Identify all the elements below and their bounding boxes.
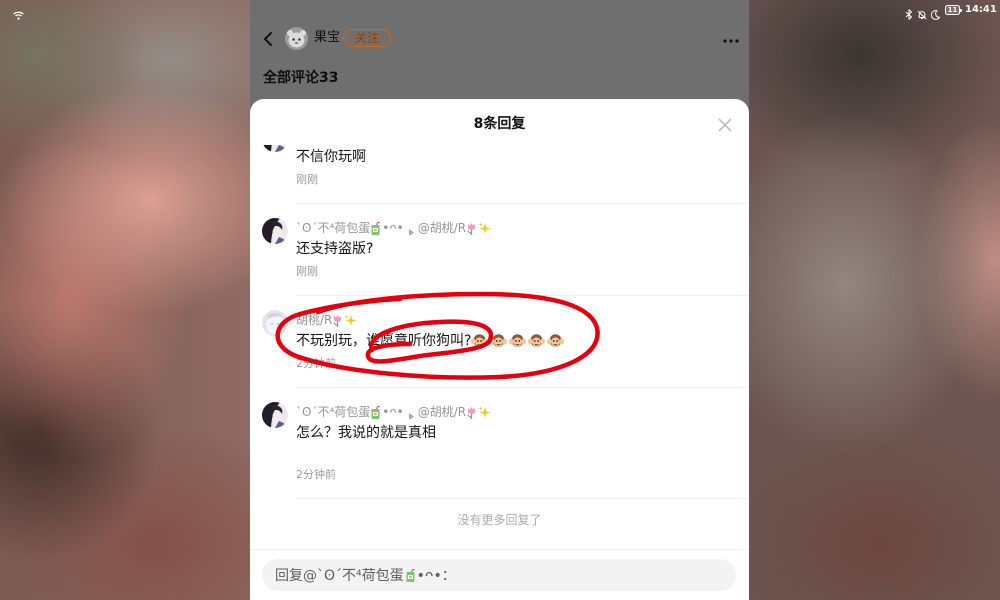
- bluetooth-icon: [905, 5, 913, 24]
- tulip-icon: [332, 314, 343, 327]
- tulip-icon: [466, 406, 477, 419]
- sheet-title: 8条回复: [473, 116, 526, 132]
- reply-arrow-icon: [408, 409, 414, 419]
- no-more-replies-text: 没有更多回复了: [457, 513, 542, 527]
- reply-text-emojis: [471, 333, 566, 349]
- reply-author-name-tail[interactable]: •ᴖ•: [382, 221, 404, 235]
- reply-time: 2分钟前: [296, 357, 336, 370]
- reply-to-name[interactable]: @胡桃/R: [418, 405, 466, 419]
- more-horizontal-icon: [723, 39, 739, 43]
- author-emojis: [332, 314, 358, 327]
- reply-item[interactable]: 不信你玩啊 刚刚: [250, 145, 749, 204]
- sparkles-icon: [478, 406, 491, 419]
- author-avatar[interactable]: [285, 27, 308, 50]
- reply-arrow-icon: [408, 225, 414, 235]
- reply-item[interactable]: `ʘ´不⁴荷包蛋 •ᴖ• @胡桃/R 还支持盗版? 刚刚: [250, 204, 749, 296]
- reply-author-name-tail[interactable]: •ᴖ•: [382, 405, 404, 419]
- sparkles-icon: [478, 222, 491, 235]
- back-button[interactable]: [260, 30, 276, 48]
- reply-text-content: 不信你玩啊: [296, 149, 366, 165]
- reply-time: 2分钟前: [296, 468, 336, 481]
- reply-input[interactable]: 回复@`ʘ´不⁴荷包蛋 •ᴖ•：: [262, 559, 736, 591]
- reply-author-name[interactable]: `ʘ´不⁴荷包蛋: [296, 405, 370, 419]
- reply-to-name[interactable]: @胡桃/R: [418, 221, 466, 235]
- replies-sheet: 8条回复 不信你玩啊 刚刚 `ʘ´不⁴荷包蛋 •ᴖ• @胡桃/R 还支持盗版? …: [250, 99, 749, 600]
- juice-box-icon: [370, 221, 381, 235]
- reply-text-content: 不玩别玩，谁愿意听你狗叫?: [296, 333, 472, 349]
- follow-button[interactable]: 关注: [343, 29, 391, 47]
- screen: 果宝 关注 全部评论33 8条回复 不信你玩啊 刚刚 `ʘ´不⁴荷包蛋 •ᴖ• …: [0, 0, 1000, 600]
- reply-author-name[interactable]: 胡桃/R: [296, 313, 332, 327]
- wifi-icon: [13, 5, 24, 24]
- author-emoji: [370, 405, 382, 419]
- reply-text: 不玩别玩，谁愿意听你狗叫?: [296, 331, 733, 351]
- battery-icon: 11: [945, 5, 962, 15]
- bell-off-icon: [917, 5, 927, 24]
- reply-list-content: 不信你玩啊 刚刚 `ʘ´不⁴荷包蛋 •ᴖ• @胡桃/R 还支持盗版? 刚刚 胡桃…: [250, 145, 749, 527]
- chevron-left-icon: [264, 32, 272, 46]
- reply-text-content: 怎么？我说的就是真相: [296, 425, 436, 441]
- reply-input-emoji: [404, 568, 417, 582]
- reply-item[interactable]: 胡桃/R 不玩别玩，谁愿意听你狗叫? 2分钟前: [250, 296, 749, 388]
- author-emoji: [370, 221, 382, 235]
- reply-avatar[interactable]: [262, 402, 288, 428]
- reply-text: 怎么？我说的就是真相: [296, 423, 733, 443]
- sparkles-icon: [344, 314, 357, 327]
- comments-title: 全部评论33: [263, 70, 339, 86]
- reply-list[interactable]: 不信你玩啊 刚刚 `ʘ´不⁴荷包蛋 •ᴖ• @胡桃/R 还支持盗版? 刚刚 胡桃…: [250, 145, 749, 549]
- close-button[interactable]: [718, 117, 732, 132]
- reply-bar: 回复@`ʘ´不⁴荷包蛋 •ᴖ•：: [250, 549, 749, 600]
- post-header: 果宝 关注: [250, 20, 749, 56]
- hear-no-evil-monkey-icon: [528, 333, 546, 349]
- reply-text-content: 还支持盗版?: [296, 241, 374, 257]
- reply-username-line: 胡桃/R: [296, 313, 733, 327]
- reply-input-placeholder-tail: •ᴖ•：: [416, 568, 456, 584]
- reply-time: 刚刚: [296, 173, 318, 186]
- reply-avatar[interactable]: [262, 145, 288, 152]
- reply-username-line: `ʘ´不⁴荷包蛋 •ᴖ• @胡桃/R: [296, 221, 733, 235]
- hear-no-evil-monkey-icon: [471, 333, 489, 349]
- app-window: 果宝 关注 全部评论33 8条回复 不信你玩啊 刚刚 `ʘ´不⁴荷包蛋 •ᴖ• …: [250, 0, 749, 600]
- tulip-icon: [466, 222, 477, 235]
- moon-icon: [930, 5, 941, 24]
- reply-text: 还支持盗版?: [296, 239, 733, 259]
- reply-avatar[interactable]: [262, 310, 288, 336]
- hear-no-evil-monkey-icon: [509, 333, 527, 349]
- reply-time: 刚刚: [296, 265, 318, 278]
- reply-item[interactable]: `ʘ´不⁴荷包蛋 •ᴖ• @胡桃/R 怎么？我说的就是真相 2分钟前: [250, 388, 749, 499]
- status-bar: 11 14:41: [0, 0, 1000, 20]
- clock: 14:41: [965, 4, 997, 15]
- juice-box-icon: [405, 568, 416, 582]
- reply-to-emojis: [466, 222, 492, 235]
- reply-author-name[interactable]: `ʘ´不⁴荷包蛋: [296, 221, 370, 235]
- juice-box-icon: [370, 405, 381, 419]
- reply-to-emojis: [466, 406, 492, 419]
- more-button[interactable]: [722, 32, 740, 44]
- close-icon: [718, 118, 732, 132]
- reply-input-placeholder: 回复@`ʘ´不⁴荷包蛋: [275, 568, 404, 584]
- hear-no-evil-monkey-icon: [547, 333, 565, 349]
- hear-no-evil-monkey-icon: [490, 333, 508, 349]
- reply-avatar[interactable]: [262, 218, 288, 244]
- reply-username-line: `ʘ´不⁴荷包蛋 •ᴖ• @胡桃/R: [296, 405, 733, 419]
- author-name[interactable]: 果宝: [314, 30, 340, 46]
- reply-text: 不信你玩啊: [296, 147, 733, 167]
